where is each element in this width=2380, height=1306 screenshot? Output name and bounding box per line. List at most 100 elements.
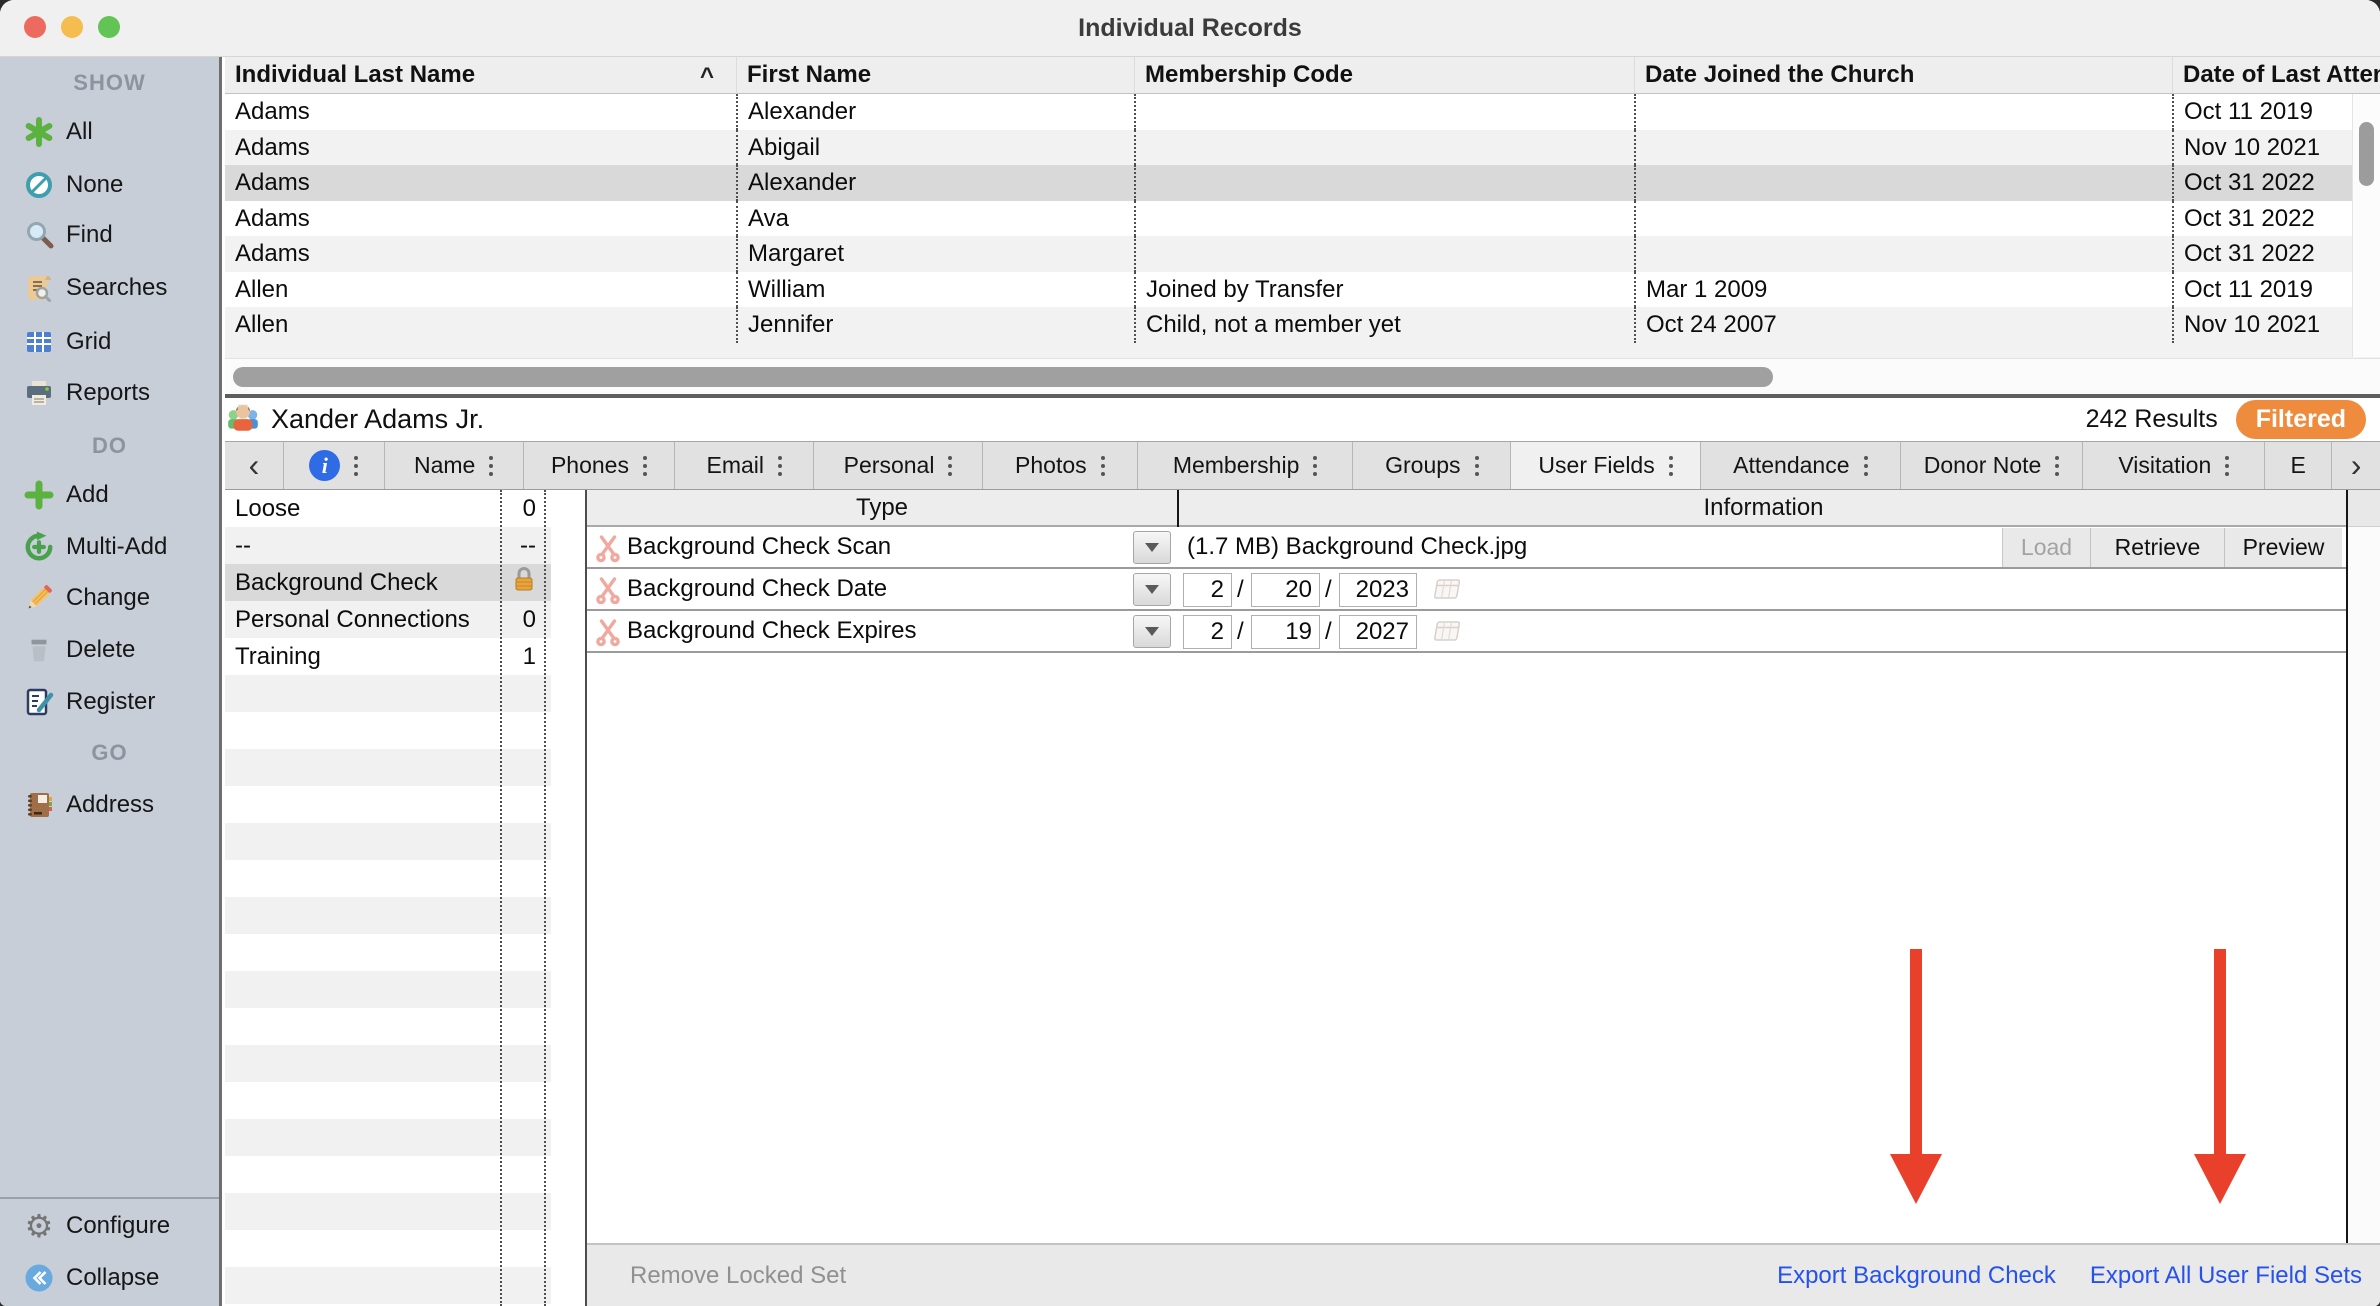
tab-info[interactable]: i [284,442,385,489]
column-header-first-name[interactable]: First Name [736,57,1134,94]
tab-truncated[interactable]: E [2265,442,2332,489]
tab-phones[interactable]: Phones [524,442,676,489]
tab-user-fields[interactable]: User Fields [1511,442,1701,489]
address-book-icon [22,788,56,822]
horizontal-scrollbar[interactable] [225,358,2380,395]
field-row-expires: Background Check Expires 2 / 19 / 2027 [587,611,2346,653]
sidebar-item-add[interactable]: Add [0,474,219,516]
tab-membership[interactable]: Membership [1138,442,1354,489]
chevron-down-icon [1145,543,1159,552]
sidebar-item-configure[interactable]: ⚙ Configure [0,1205,219,1247]
preview-button[interactable]: Preview [2224,528,2342,567]
day-field[interactable]: 20 [1251,573,1320,607]
tab-menu-icon[interactable] [778,456,782,460]
sidebar-item-multi-add[interactable]: Multi-Add [0,526,219,568]
export-background-check-link[interactable]: Export Background Check [1777,1262,2056,1290]
sidebar-item-none[interactable]: None [0,164,219,206]
export-all-user-field-sets-link[interactable]: Export All User Field Sets [2090,1262,2362,1290]
tab-menu-icon[interactable] [1864,456,1868,460]
table-row[interactable]: AdamsAlexanderOct 11 2019 [225,94,2380,130]
sidebar-item-searches[interactable]: Searches [0,267,219,309]
tab-groups[interactable]: Groups [1353,442,1511,489]
list-item-dash[interactable]: -- -- [225,527,551,564]
month-field[interactable]: 2 [1183,615,1232,649]
scissors-icon[interactable] [595,617,621,652]
load-button[interactable]: Load [2003,528,2090,567]
lock-icon [500,565,544,600]
sidebar-item-reports[interactable]: Reports [0,372,219,414]
pencil-icon [22,581,56,615]
tab-personal[interactable]: Personal [814,442,983,489]
sidebar-item-delete[interactable]: Delete [0,629,219,671]
scissors-icon[interactable] [595,533,621,568]
type-dropdown-button[interactable] [1133,531,1171,564]
sidebar-item-grid[interactable]: Grid [0,321,219,363]
retrieve-button[interactable]: Retrieve [2090,528,2224,567]
tab-scroll-left-button[interactable]: ‹ [225,442,284,489]
list-item-personal-connections[interactable]: Personal Connections 0 [225,601,551,638]
type-dropdown-button[interactable] [1133,615,1171,648]
column-header-date-joined[interactable]: Date Joined the Church [1634,57,2172,94]
sidebar-item-register[interactable]: Register [0,681,219,723]
vertical-scrollbar-thumb[interactable] [2359,122,2374,186]
year-field[interactable]: 2023 [1339,573,1417,607]
vertical-scrollbar[interactable] [2352,94,2380,357]
tab-visitation[interactable]: Visitation [2083,442,2265,489]
remove-locked-set-button[interactable]: Remove Locked Set [630,1262,846,1290]
multi-add-icon [22,530,56,564]
search-icon [22,218,56,252]
sidebar-item-change[interactable]: Change [0,577,219,619]
sidebar-item-all[interactable]: All [0,111,219,153]
info-icon: i [309,450,340,481]
tab-menu-icon[interactable] [1669,456,1673,460]
column-header-date-last-attended[interactable]: Date of Last Atten [2172,57,2380,94]
list-item-training[interactable]: Training 1 [225,638,551,675]
tab-photos[interactable]: Photos [983,442,1138,489]
column-header-last-name[interactable]: Individual Last Name^ [225,57,736,94]
list-item-background-check[interactable]: Background Check [225,564,551,601]
record-name: Xander Adams Jr. [271,404,484,435]
tab-donor-note[interactable]: Donor Note [1901,442,2084,489]
detail-footer-bar: Remove Locked Set Export Background Chec… [587,1243,2380,1306]
filtered-badge[interactable]: Filtered [2236,400,2366,439]
table-row-selected[interactable]: AdamsAlexanderOct 31 2022 [225,165,2380,201]
sidebar-item-address[interactable]: Address [0,784,219,826]
table-row[interactable]: AllenWilliamJoined by TransferMar 1 2009… [225,272,2380,308]
tab-attendance[interactable]: Attendance [1701,442,1901,489]
calendar-icon[interactable] [1430,620,1462,651]
sidebar-section-go: GO [0,740,219,766]
tab-scroll-right-button[interactable]: › [2332,442,2380,489]
year-field[interactable]: 2027 [1339,615,1417,649]
tab-menu-icon[interactable] [948,456,952,460]
day-field[interactable]: 19 [1251,615,1320,649]
tab-menu-icon[interactable] [489,456,493,460]
date-separator: / [1325,611,1332,653]
tab-menu-icon[interactable] [1313,456,1317,460]
tab-name[interactable]: Name [385,442,524,489]
individual-records-window: Individual Records SHOW All None Find Se… [0,0,2380,1306]
tab-menu-icon[interactable] [354,456,358,460]
table-row[interactable]: AdamsAvaOct 31 2022 [225,201,2380,237]
list-item-loose[interactable]: Loose 0 [225,490,551,527]
sidebar-item-collapse[interactable]: Collapse [0,1257,219,1299]
sidebar: SHOW All None Find Searches Grid Reports… [0,57,222,1306]
table-row[interactable]: AllenJenniferChild, not a member yetOct … [225,307,2380,343]
tab-menu-icon[interactable] [2225,456,2229,460]
type-dropdown-button[interactable] [1133,573,1171,606]
scissors-icon[interactable] [595,575,621,610]
tab-menu-icon[interactable] [1101,456,1105,460]
horizontal-scrollbar-thumb[interactable] [233,367,1773,387]
field-type-label: Background Check Scan [627,527,891,567]
month-field[interactable]: 2 [1183,573,1232,607]
detail-vertical-scrollbar[interactable] [2348,490,2380,1243]
tab-menu-icon[interactable] [643,456,647,460]
tab-menu-icon[interactable] [2055,456,2059,460]
tab-email[interactable]: Email [675,442,814,489]
tab-menu-icon[interactable] [1475,456,1479,460]
user-fields-table: Type Information Background Check Scan (… [585,490,2380,1306]
sidebar-item-find[interactable]: Find [0,214,219,256]
table-row[interactable]: AdamsAbigailNov 10 2021 [225,130,2380,166]
table-row[interactable]: AdamsMargaretOct 31 2022 [225,236,2380,272]
column-header-membership-code[interactable]: Membership Code [1134,57,1634,94]
calendar-icon[interactable] [1430,578,1462,609]
